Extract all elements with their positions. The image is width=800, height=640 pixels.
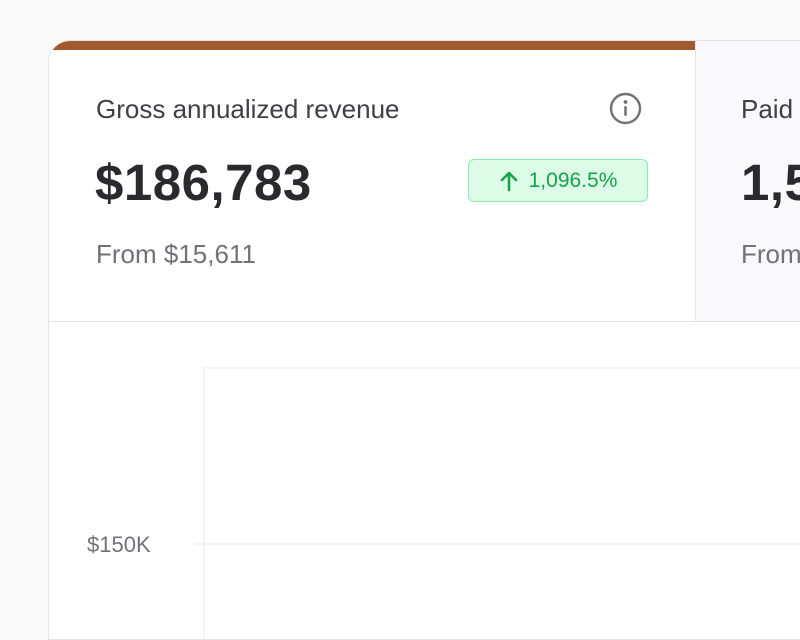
- y-tick-label: $150K: [87, 532, 151, 557]
- plot-frame: [203, 367, 800, 639]
- change-value: 1,096.5%: [528, 168, 618, 192]
- metric-from: From $15,611: [96, 239, 256, 269]
- arrow-up-icon: [500, 171, 517, 191]
- metric-tab-gross-annualized-revenue[interactable]: Gross annualized revenue $186,783 1,096.…: [49, 41, 695, 321]
- revenue-metrics-card: Gross annualized revenue $186,783 1,096.…: [48, 40, 800, 640]
- metric-value: $186,783: [95, 154, 312, 211]
- metric-title: Gross annualized revenue: [96, 94, 400, 124]
- info-icon[interactable]: [609, 92, 642, 125]
- metric-tabs: Gross annualized revenue $186,783 1,096.…: [49, 41, 800, 322]
- selected-indicator: [49, 41, 695, 50]
- change-badge: 1,096.5%: [468, 159, 648, 202]
- metric-title: Paid: [741, 94, 794, 124]
- metric-from: From: [741, 239, 800, 269]
- metric-value: 1,5: [741, 154, 800, 211]
- revenue-chart: $150K: [49, 322, 800, 639]
- metric-tab-paid[interactable]: Paid 1,5 From: [695, 41, 800, 321]
- chart-canvas: $150K: [87, 367, 800, 639]
